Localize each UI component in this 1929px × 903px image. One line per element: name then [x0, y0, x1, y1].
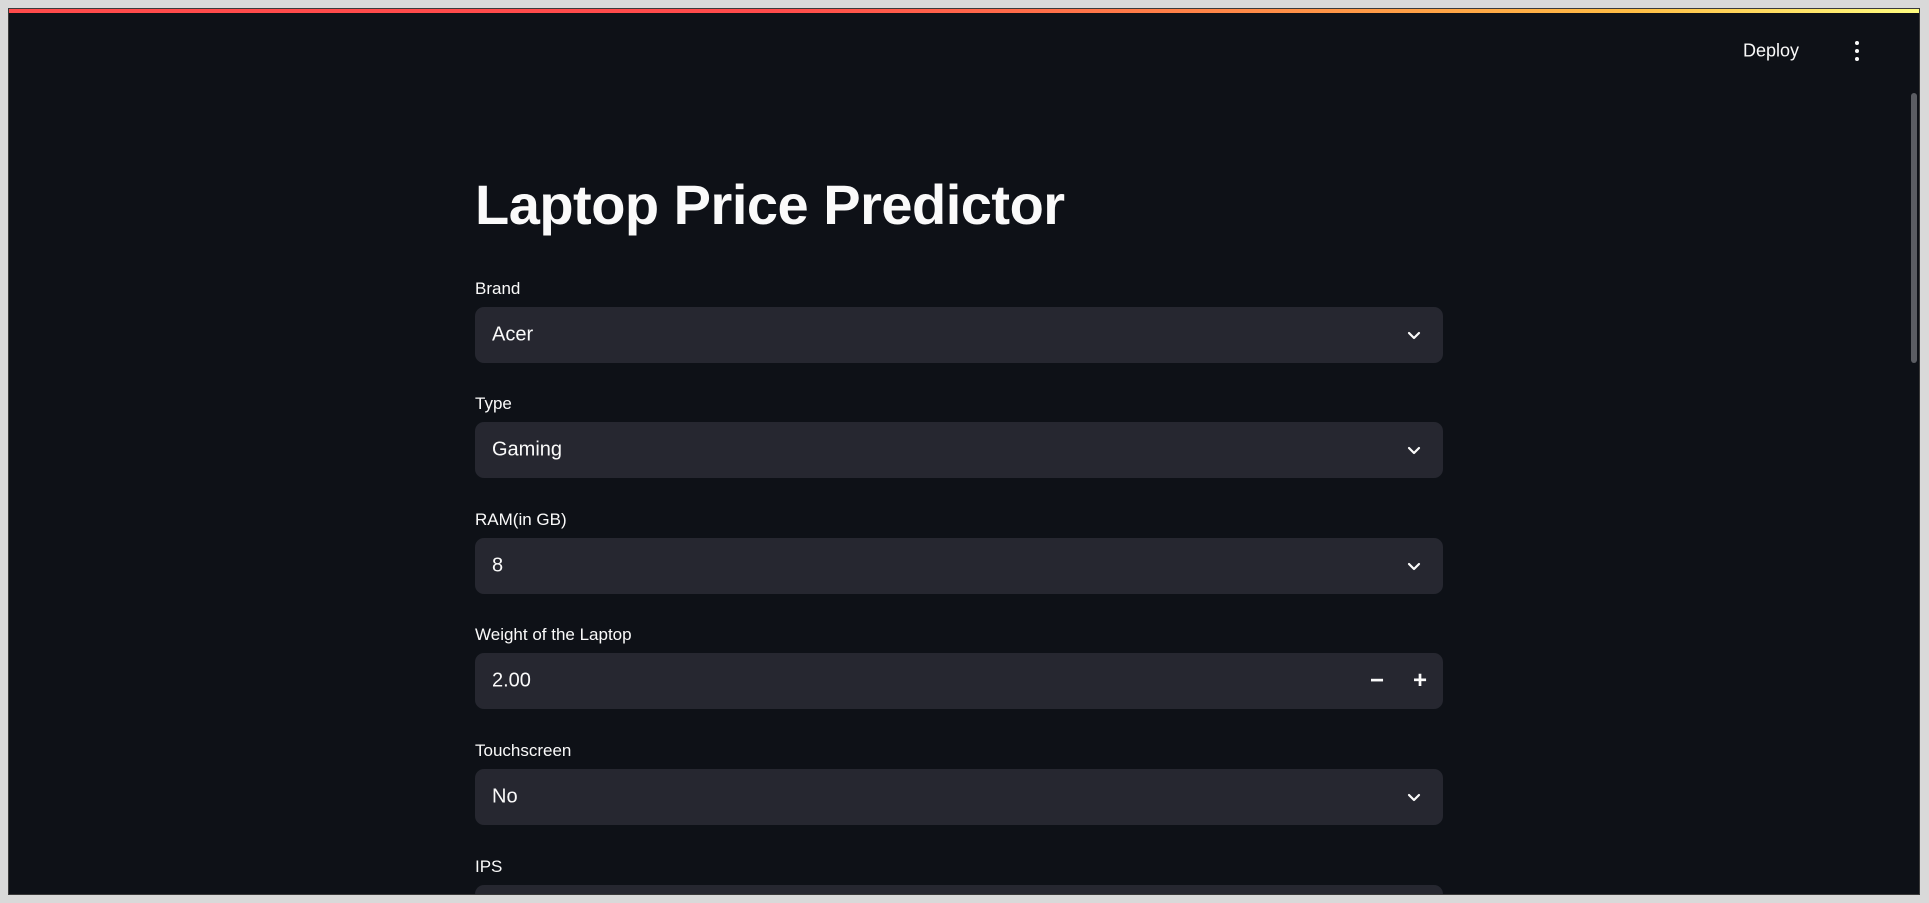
chevron-down-icon [1407, 793, 1421, 802]
weight-value: 2.00 [492, 669, 531, 692]
touchscreen-label: Touchscreen [475, 741, 572, 760]
brand-label: Brand [475, 279, 521, 298]
increment-button[interactable]: + [1404, 661, 1436, 701]
touchscreen-selected-value: No [492, 785, 518, 808]
scrollbar-thumb[interactable] [1911, 93, 1917, 363]
ram-label: RAM(in GB) [475, 510, 567, 529]
brand-field: Brand Acer [475, 277, 1443, 363]
chevron-down-icon [1407, 446, 1421, 455]
weight-label: Weight of the Laptop [475, 625, 632, 644]
kebab-menu-icon[interactable] [1845, 37, 1869, 65]
deploy-button[interactable]: Deploy [1733, 35, 1809, 68]
type-select[interactable]: Gaming [475, 422, 1443, 478]
ram-select[interactable]: 8 [475, 538, 1443, 594]
type-label: Type [475, 394, 512, 413]
touchscreen-field: Touchscreen No [475, 739, 1443, 825]
app-header: Deploy [9, 13, 1919, 75]
ips-label: IPS [475, 857, 503, 876]
scrollbar[interactable] [1909, 93, 1919, 363]
type-selected-value: Gaming [492, 438, 563, 461]
page-title: Laptop Price Predictor [475, 173, 1065, 236]
brand-select[interactable]: Acer [475, 307, 1443, 363]
brand-selected-value: Acer [492, 323, 534, 346]
type-field: Type Gaming [475, 392, 1443, 478]
chevron-down-icon [1407, 331, 1421, 340]
chevron-down-icon [1407, 562, 1421, 571]
weight-number-input[interactable]: 2.00 − + [475, 653, 1443, 709]
ram-selected-value: 8 [492, 554, 504, 577]
ram-field: RAM(in GB) 8 [475, 508, 1443, 594]
ips-select[interactable] [475, 885, 1443, 894]
decrement-button[interactable]: − [1361, 661, 1393, 701]
weight-field: Weight of the Laptop 2.00 − + [475, 623, 1443, 709]
touchscreen-select[interactable]: No [475, 769, 1443, 825]
ips-field: IPS [475, 855, 1443, 894]
app-window: Deploy Laptop Price Predictor Brand Acer… [8, 8, 1920, 895]
